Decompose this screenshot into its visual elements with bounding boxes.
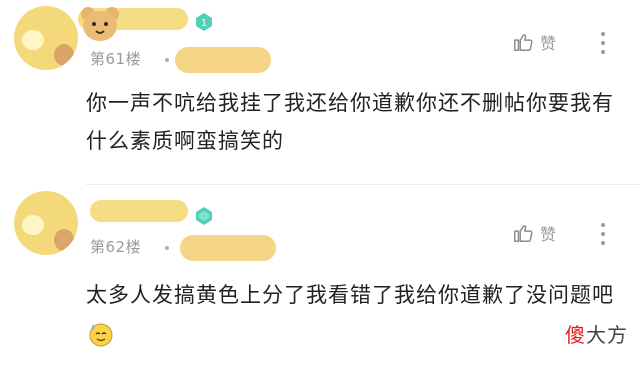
- diamond-level-icon: [196, 207, 212, 225]
- vertical-dots-icon[interactable]: [598, 30, 608, 56]
- separator-dot: [165, 58, 169, 62]
- comment-text: 太多人发搞黄色上分了我看错了我给你道歉了没问题吧: [86, 283, 614, 307]
- avatar[interactable]: [14, 6, 78, 70]
- separator-dot: [165, 246, 169, 250]
- like-button[interactable]: 赞: [512, 219, 556, 247]
- comment-item: 1 第61楼 赞 你一声不吭给我挂了我还给你道歉你还不删帖你要我有什么素质啊蛮搞…: [0, 0, 640, 185]
- thumbs-up-icon: [514, 34, 533, 51]
- like-label: 赞: [540, 34, 557, 53]
- thumbs-up-icon: [514, 225, 533, 242]
- watermark-part2: 大方: [586, 323, 628, 347]
- watermark: 傻大方: [565, 319, 628, 348]
- comment-item: 第62楼 赞 太多人发搞黄色上分了我看错了我给你道歉了没问题吧 傻大方: [0, 185, 640, 366]
- comment-text: 你一声不吭给我挂了我还给你道歉你还不删帖你要我有什么素质啊蛮搞笑的: [86, 91, 614, 153]
- like-label: 赞: [540, 225, 557, 244]
- watermark-part1: 傻: [565, 323, 586, 347]
- ip-location-redacted: [180, 235, 276, 261]
- like-button[interactable]: 赞: [512, 28, 556, 56]
- sweat-smile-emoji-icon: [89, 323, 113, 347]
- vertical-dots-icon[interactable]: [598, 221, 608, 247]
- diamond-level-icon: 1: [196, 13, 212, 31]
- username-redacted: [90, 200, 188, 222]
- avatar[interactable]: [14, 191, 78, 255]
- floor-number: 第62楼: [90, 238, 142, 256]
- comment-thread: 1 第61楼 赞 你一声不吭给我挂了我还给你道歉你还不删帖你要我有什么素质啊蛮搞…: [0, 0, 640, 366]
- floor-number: 第61楼: [90, 50, 142, 68]
- bear-sticker-icon: [81, 7, 119, 41]
- ip-location-redacted: [175, 47, 271, 73]
- comment-text-wrapper: 太多人发搞黄色上分了我看错了我给你道歉了没问题吧: [86, 276, 616, 352]
- svg-text:1: 1: [201, 18, 207, 29]
